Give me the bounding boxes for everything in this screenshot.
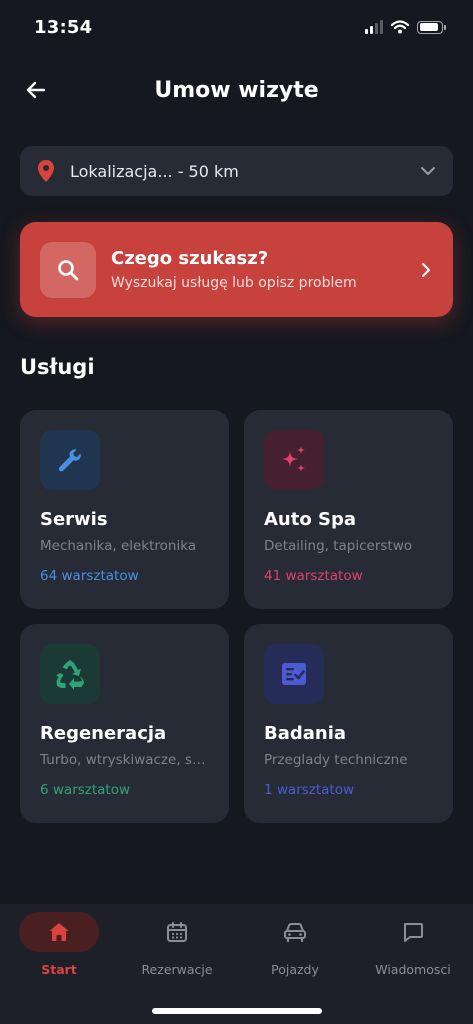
- service-icon-box: [40, 430, 100, 490]
- back-button[interactable]: [20, 74, 52, 106]
- service-description: Detailing, tapicerstwo: [264, 538, 413, 554]
- battery-icon: [417, 20, 446, 34]
- header: Umow wizyte: [0, 60, 473, 128]
- chevron-right-icon: [413, 261, 433, 279]
- nav-icon-wrap: [19, 912, 99, 952]
- service-icon-box: [264, 644, 324, 704]
- nav-item-start[interactable]: Start: [0, 912, 118, 982]
- nav-icon-wrap: [137, 912, 217, 952]
- search-icon-box: [40, 241, 96, 298]
- map-pin-icon: [38, 160, 54, 182]
- status-icons: [365, 20, 446, 34]
- home-icon: [49, 923, 69, 941]
- signal-icon: [365, 20, 383, 34]
- calendar-icon: [167, 922, 187, 942]
- location-value: Lokalizacja... - 50 km: [70, 161, 239, 181]
- service-count: 64 warsztatow: [40, 568, 139, 584]
- nav-item-pojazdy[interactable]: Pojazdy: [236, 912, 354, 982]
- recycle-icon: [56, 660, 84, 690]
- service-icon-box: [264, 430, 324, 490]
- nav-label: Start: [41, 962, 77, 977]
- page-title: Umow wizyte: [154, 77, 319, 103]
- arrow-left-icon: [26, 81, 46, 99]
- service-description: Turbo, wtryskiwacze, skrzynie: [40, 752, 209, 768]
- nav-label: Rezerwacje: [141, 962, 213, 977]
- service-icon-box: [40, 644, 100, 704]
- status-bar: 13:54: [0, 0, 473, 60]
- status-time: 13:54: [34, 16, 93, 38]
- service-name: Regeneracja: [40, 723, 167, 744]
- car-icon: [284, 923, 306, 943]
- nav-item-rezerwacje[interactable]: Rezerwacje: [118, 912, 236, 982]
- search-icon: [58, 259, 79, 280]
- nav-item-wiadomosci[interactable]: Wiadomosci: [354, 912, 472, 982]
- wifi-icon: [391, 20, 409, 34]
- wrench-icon: [58, 449, 81, 472]
- service-card-regeneracja[interactable]: Regeneracja Turbo, wtryskiwacze, skrzyni…: [20, 624, 229, 823]
- nav-icon-wrap: [255, 912, 335, 952]
- chevron-down-icon: [421, 167, 435, 175]
- search-card[interactable]: Czego szukasz? Wyszukaj usługę lub opisz…: [20, 222, 453, 317]
- nav-label: Wiadomosci: [375, 962, 451, 977]
- service-description: Mechanika, elektronika: [40, 538, 197, 554]
- service-count: 6 warsztatow: [40, 782, 131, 798]
- service-description: Przeglady techniczne: [264, 752, 408, 768]
- nav-icon-wrap: [373, 912, 453, 952]
- bottom-nav: Start Rezerwacje Pojazdy Wiadomosci: [0, 904, 473, 1024]
- services-title: Usługi: [20, 355, 95, 379]
- home-indicator: [152, 1008, 322, 1014]
- service-name: Badania: [264, 723, 347, 744]
- checklist-icon: [282, 663, 306, 685]
- battery-fill: [419, 23, 439, 31]
- chat-icon: [404, 923, 423, 942]
- service-count: 41 warsztatow: [264, 568, 363, 584]
- service-card-badania[interactable]: Badania Przeglady techniczne 1 warsztato…: [244, 624, 453, 823]
- sparkle-icon: [282, 446, 305, 472]
- location-select[interactable]: Lokalizacja... - 50 km: [20, 146, 453, 196]
- service-count: 1 warsztatow: [264, 782, 355, 798]
- search-title: Czego szukasz?: [111, 248, 269, 269]
- search-texts: Czego szukasz? Wyszukaj usługę lub opisz…: [111, 248, 413, 291]
- nav-label: Pojazdy: [271, 962, 319, 977]
- service-name: Serwis: [40, 509, 108, 530]
- service-card-serwis[interactable]: Serwis Mechanika, elektronika 64 warszta…: [20, 410, 229, 609]
- service-name: Auto Spa: [264, 509, 356, 530]
- service-card-auto-spa[interactable]: Auto Spa Detailing, tapicerstwo 41 warsz…: [244, 410, 453, 609]
- search-subtitle: Wyszukaj usługę lub opisz problem: [111, 275, 357, 291]
